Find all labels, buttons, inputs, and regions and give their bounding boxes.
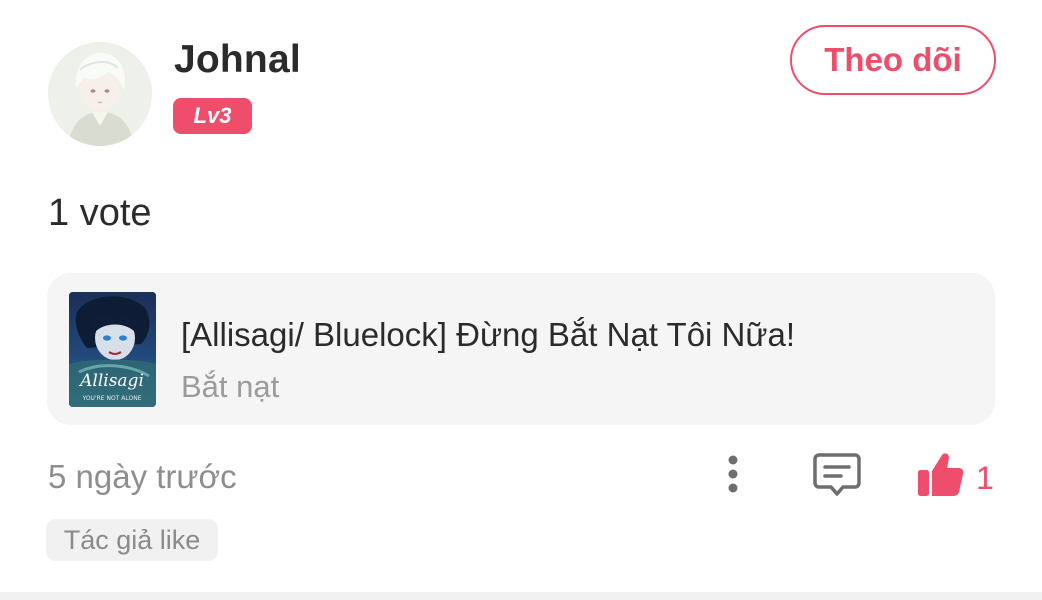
cover-subtitle: YOU'RE NOT ALONE <box>82 395 142 402</box>
like-button[interactable]: 1 <box>914 446 1004 502</box>
level-badge: Lv3 <box>173 98 252 134</box>
avatar-image <box>48 42 152 146</box>
author-like-badge: Tác giả like <box>46 519 218 561</box>
story-tag: Bắt nạt <box>181 369 280 404</box>
like-count: 1 <box>976 460 994 496</box>
comment-button[interactable] <box>810 450 864 500</box>
follow-button[interactable]: Theo dõi <box>790 25 996 95</box>
story-cover: Allisagi YOU'RE NOT ALONE <box>69 292 156 407</box>
thumbs-up-icon <box>918 453 964 496</box>
username[interactable]: Johnal <box>174 38 301 82</box>
more-options-button[interactable] <box>718 450 748 500</box>
more-vertical-icon <box>728 455 738 493</box>
user-avatar[interactable] <box>48 42 152 146</box>
post-timestamp: 5 ngày trước <box>48 458 237 495</box>
story-cover-image: Allisagi YOU'RE NOT ALONE <box>69 292 156 407</box>
section-divider <box>0 592 1042 600</box>
story-title: [Allisagi/ Bluelock] Đừng Bắt Nạt Tôi Nữ… <box>181 316 795 353</box>
comment-icon <box>813 453 861 496</box>
story-card[interactable]: Allisagi YOU'RE NOT ALONE [Allisagi/ Blu… <box>47 273 995 425</box>
vote-text: 1 vote <box>48 192 152 234</box>
cover-title: Allisagi <box>78 371 144 391</box>
post-card: Johnal Lv3 Theo dõi 1 vote Allisagi YOU'… <box>0 0 1042 592</box>
